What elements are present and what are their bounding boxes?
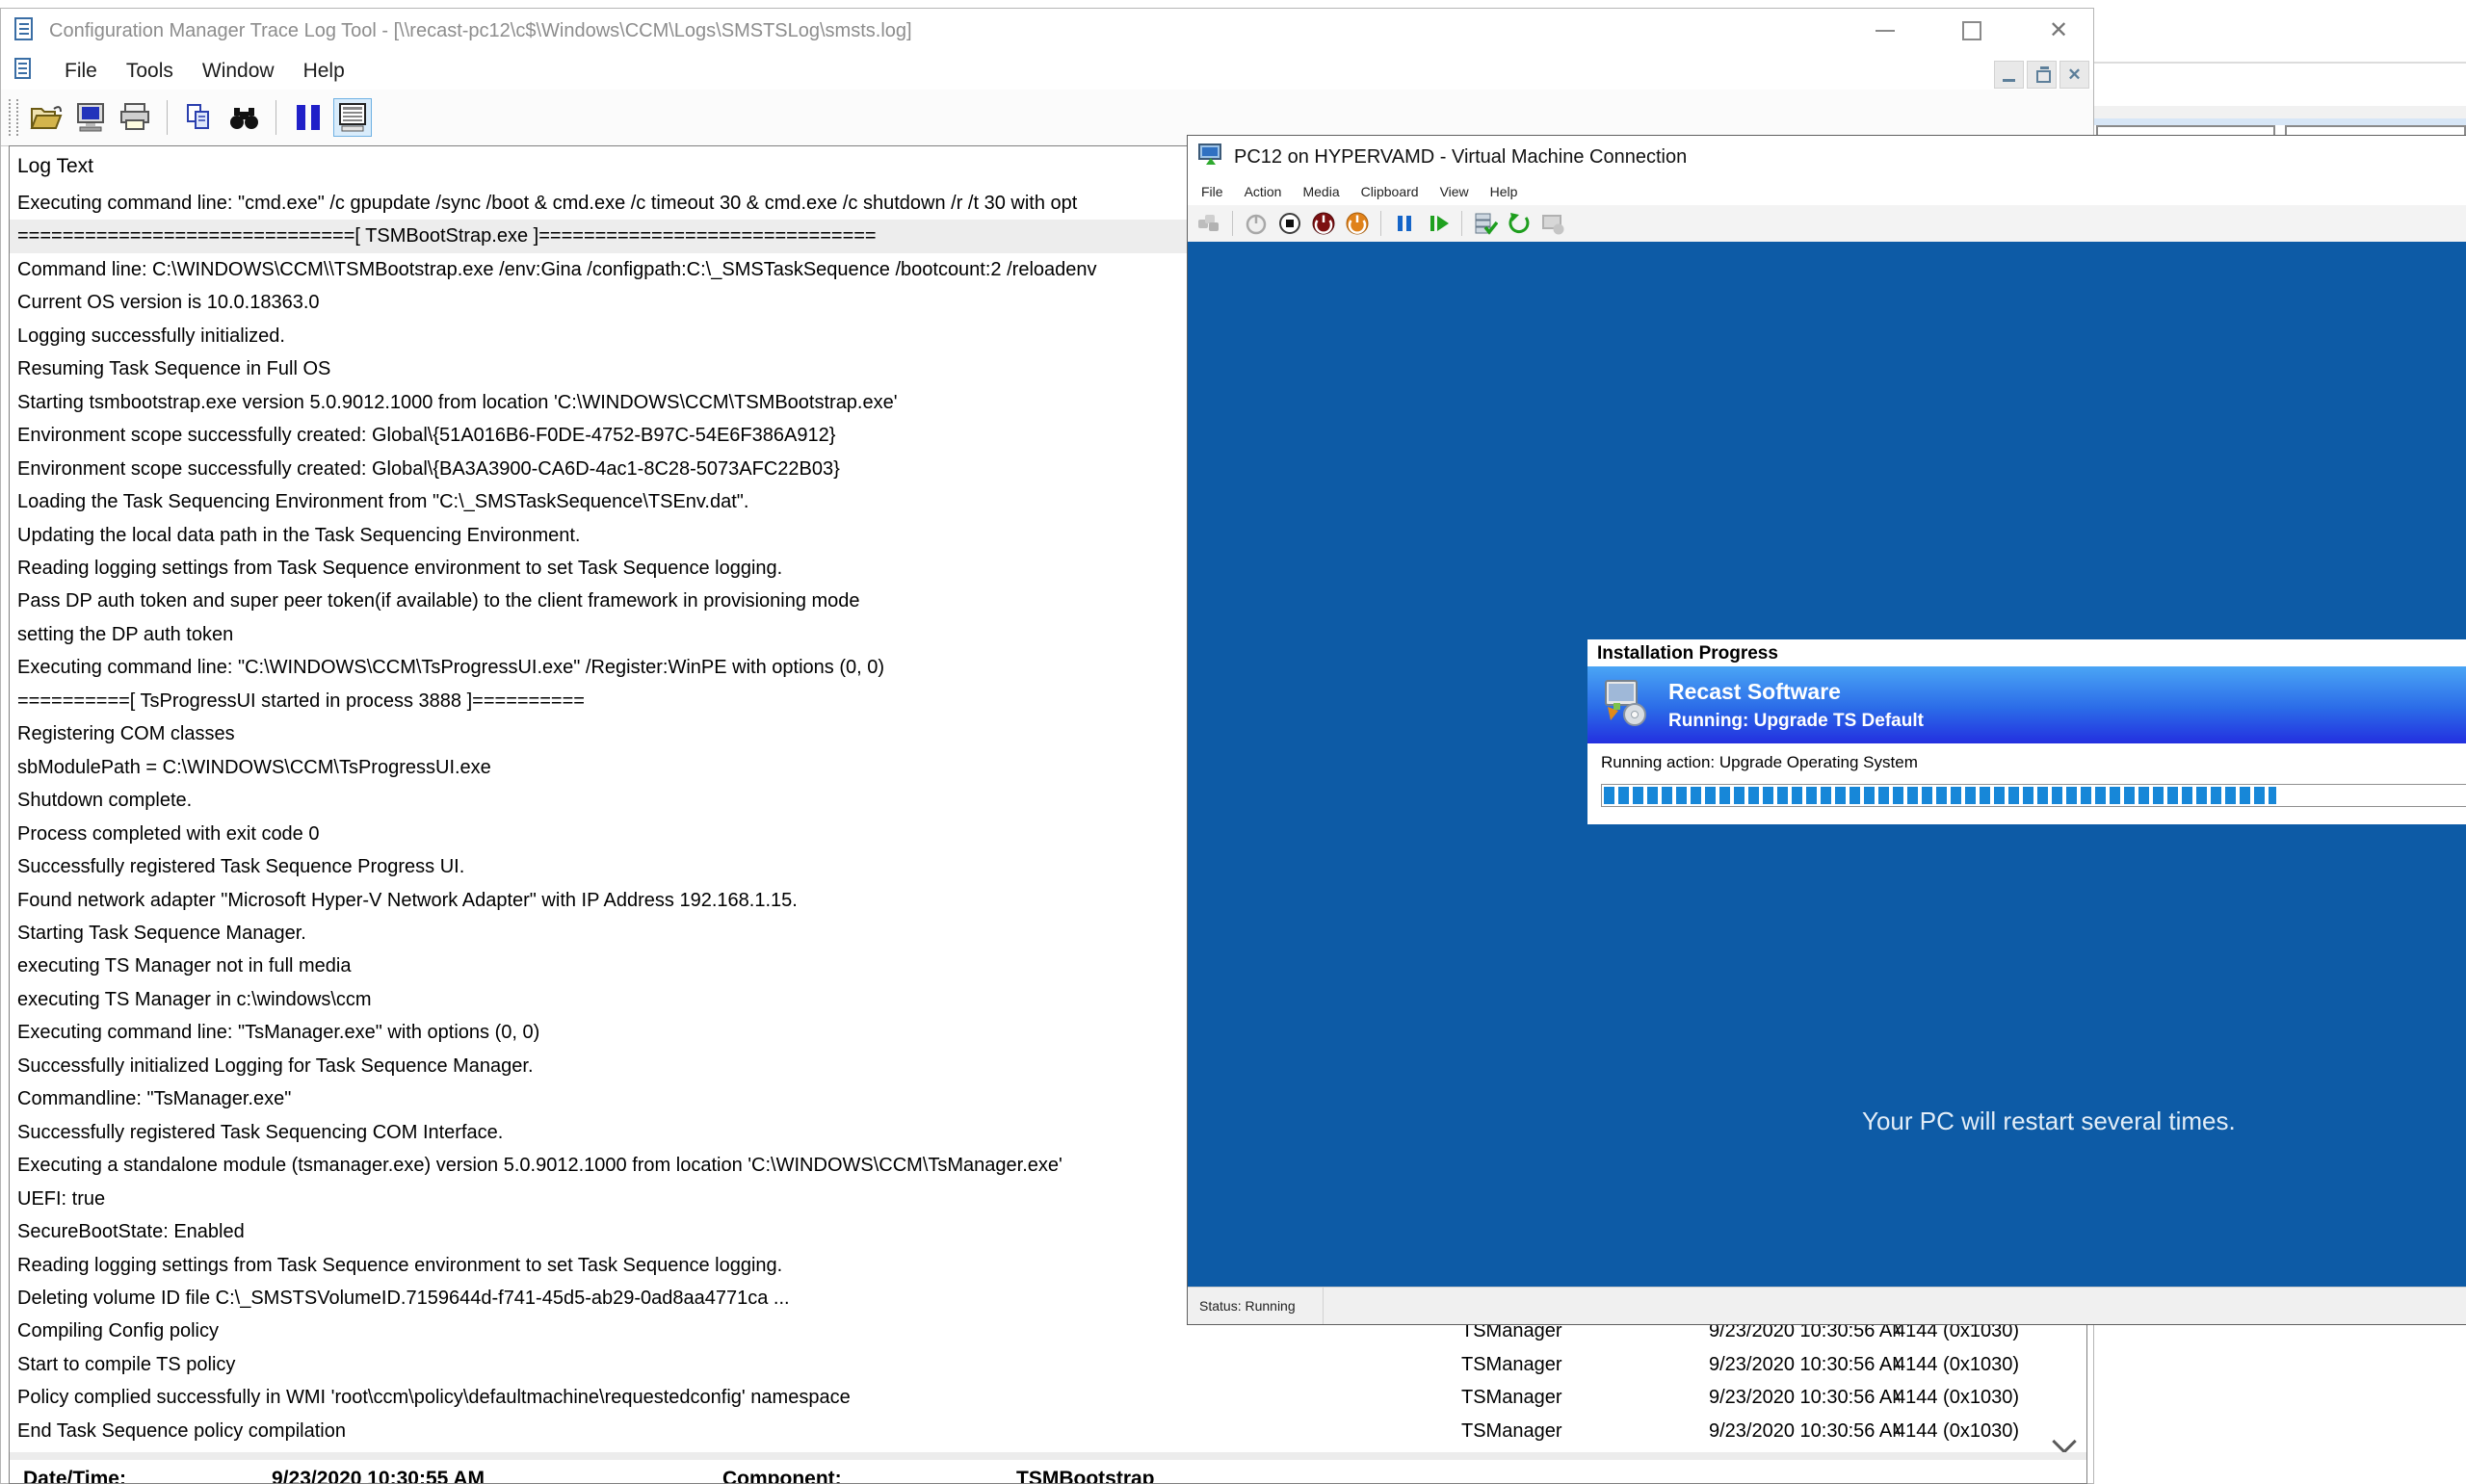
child-close-button[interactable]: ✕: [2059, 61, 2089, 89]
log-row-component: TSManager: [1461, 1381, 1692, 1414]
dialog-banner: Recast Software Running: Upgrade TS Defa…: [1587, 666, 2466, 743]
log-row-component: TSManager: [1461, 1348, 1692, 1381]
print-icon[interactable]: [116, 98, 154, 137]
cmtrace-app-icon: [13, 16, 38, 46]
vm-menu-media[interactable]: Media: [1302, 184, 1339, 199]
copy-icon[interactable]: [180, 98, 219, 137]
open-icon[interactable]: [27, 98, 66, 137]
toolbar-grip: [9, 99, 13, 136]
remote-computer-icon[interactable]: [71, 98, 110, 137]
installer-icon: [1601, 678, 1651, 733]
detail-component-label: Component:: [722, 1468, 842, 1484]
toolbar-separator: [1232, 211, 1233, 236]
installation-progress-dialog: Installation Progress Recast Software Ru…: [1587, 639, 2466, 824]
toolbar-separator: [1461, 211, 1462, 236]
vm-menu-view[interactable]: View: [1440, 184, 1469, 199]
toolbar-separator: [167, 100, 168, 135]
maximize-button[interactable]: [1960, 19, 1983, 42]
child-minimize-button[interactable]: [1994, 61, 2024, 89]
progress-bar: [1601, 784, 2466, 807]
background-window-highlight-band: [2040, 118, 2466, 125]
log-row-thread: 4144 (0x1030): [1895, 1381, 2078, 1414]
child-restore-button[interactable]: [2027, 61, 2057, 89]
pause-icon[interactable]: [1391, 210, 1418, 237]
detail-component-value: TSMBootstrap: [1016, 1468, 1155, 1484]
vm-monitor-icon: [1197, 142, 1224, 173]
log-row[interactable]: Start to compile TS policy TSManager 9/23/…: [10, 1348, 2086, 1381]
log-row-text: Policy complied successfully in WMI 'roo…: [17, 1381, 1449, 1414]
shut-down-icon[interactable]: [1344, 210, 1371, 237]
stop-icon[interactable]: [1276, 210, 1303, 237]
pause-monitoring-icon[interactable]: [289, 98, 328, 137]
log-row-text: Start to compile TS policy: [17, 1348, 1449, 1381]
cmtrace-menu-help[interactable]: Help: [303, 60, 345, 83]
cmtrace-menu-file[interactable]: File: [65, 60, 97, 83]
detail-pane: Date/Time: 9/23/2020 10:30:55 AM Compone…: [10, 1452, 2086, 1483]
checkpoint-icon[interactable]: [1472, 210, 1499, 237]
ctrl-alt-del-icon[interactable]: [1195, 210, 1222, 237]
background-window-band: [2040, 106, 2466, 118]
toolbar-separator: [275, 100, 276, 135]
toolbar-separator: [1380, 211, 1381, 236]
progress-bar-fill: [1604, 787, 2276, 804]
cmtrace-menu-window[interactable]: Window: [202, 60, 275, 83]
dialog-title: Installation Progress: [1587, 639, 2466, 666]
vm-menubar: File Action Media Clipboard View Help: [1201, 184, 1517, 199]
vm-window-title: PC12 on HYPERVAMD - Virtual Machine Conn…: [1234, 146, 1687, 169]
revert-icon[interactable]: [1506, 210, 1533, 237]
find-icon[interactable]: [224, 98, 263, 137]
vm-menu-action[interactable]: Action: [1245, 184, 1282, 199]
log-row-datetime: 9/23/2020 10:30:56 AM: [1709, 1348, 1900, 1381]
toolbar-grip: [16, 99, 21, 136]
vm-menu-clipboard[interactable]: Clipboard: [1361, 184, 1419, 199]
vm-menu-file[interactable]: File: [1201, 184, 1223, 199]
cmtrace-titlebar[interactable]: Configuration Manager Trace Log Tool - […: [1, 9, 2093, 53]
dialog-body: Running action: Upgrade Operating System: [1587, 743, 2466, 824]
running-action-text: Running action: Upgrade Operating System: [1601, 753, 1918, 772]
start-icon[interactable]: [1243, 210, 1270, 237]
vm-connection-window: PC12 on HYPERVAMD - Virtual Machine Conn…: [1187, 135, 2466, 1325]
cmtrace-window-title: Configuration Manager Trace Log Tool - […: [49, 20, 912, 42]
cmtrace-menu-tools[interactable]: Tools: [126, 60, 173, 83]
vm-status-text: Status: Running: [1188, 1298, 1296, 1314]
background-window-edge: [2040, 62, 2466, 64]
close-button[interactable]: ✕: [2047, 19, 2070, 42]
vm-titlebar[interactable]: PC12 on HYPERVAMD - Virtual Machine Conn…: [1188, 136, 2466, 178]
resume-icon[interactable]: [1425, 210, 1452, 237]
log-row-thread: 4144 (0x1030): [1895, 1348, 2078, 1381]
dialog-running-line: Running: Upgrade TS Default: [1668, 711, 1924, 732]
detail-datetime-label: Date/Time:: [23, 1468, 126, 1484]
vm-menu-help[interactable]: Help: [1490, 184, 1518, 199]
detail-datetime-value: 9/23/2020 10:30:55 AM: [272, 1468, 485, 1484]
statusbar-separator: [1323, 1288, 1324, 1324]
restart-message: Your PC will restart several times.: [1862, 1106, 2236, 1136]
dialog-organization: Recast Software: [1668, 679, 1924, 705]
log-row-component: TSManager: [1461, 1415, 1692, 1447]
log-row-text: End Task Sequence policy compilation: [17, 1415, 1449, 1447]
vm-statusbar: Status: Running: [1188, 1287, 2466, 1324]
enhanced-session-icon[interactable]: [1539, 210, 1566, 237]
cmtrace-doc-icon: [13, 57, 36, 86]
vm-toolbar: [1188, 205, 2466, 243]
log-row-thread: 4144 (0x1030): [1895, 1415, 2078, 1447]
log-row-datetime: 9/23/2020 10:30:56 AM: [1709, 1415, 1900, 1447]
log-row[interactable]: Policy complied successfully in WMI 'roo…: [10, 1381, 2086, 1414]
minimize-button[interactable]: [1874, 19, 1897, 42]
vm-guest-screen[interactable]: Installation Progress Recast Software Ru…: [1188, 242, 2466, 1288]
cmtrace-menubar: File Tools Window Help: [65, 60, 345, 83]
log-row[interactable]: End Task Sequence policy compilation TSMa…: [10, 1415, 2086, 1447]
highlight-log-icon[interactable]: [333, 98, 372, 137]
log-row-datetime: 9/23/2020 10:30:56 AM: [1709, 1381, 1900, 1414]
turn-off-icon[interactable]: [1310, 210, 1337, 237]
